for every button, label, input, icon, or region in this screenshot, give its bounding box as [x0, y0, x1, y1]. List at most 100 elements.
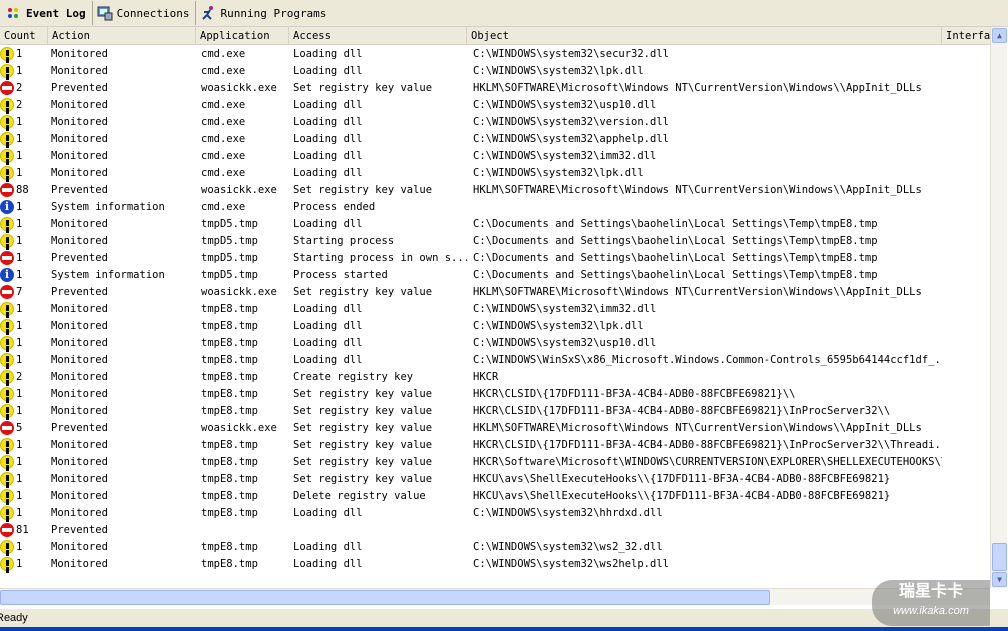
table-row[interactable]: 1 Monitored tmpE8.tmp Set registry key valu…: [0, 437, 990, 454]
count-cell: 2: [0, 369, 48, 386]
table-row[interactable]: 1 Prevented tmpD5.tmp Starting process in o…: [0, 250, 990, 267]
count-cell: 1: [0, 250, 48, 267]
count-cell: 1: [0, 148, 48, 165]
status-bar: Ready: [0, 608, 1008, 627]
application-cell: woasickk.exe: [201, 286, 277, 298]
column-count[interactable]: Count: [0, 27, 48, 45]
scroll-down-button[interactable]: ▼: [992, 572, 1007, 587]
object-cell: [467, 522, 942, 539]
table-row[interactable]: 2 Monitored tmpE8.tmp Create registry key HK…: [0, 369, 990, 386]
column-action[interactable]: Action: [48, 27, 196, 45]
tab-event-log[interactable]: Event Log: [0, 1, 93, 25]
taskbar-edge: [0, 627, 1008, 631]
object-cell: C:\Documents and Settings\baohelin\Local…: [473, 218, 878, 230]
table-row[interactable]: 1 Monitored tmpD5.tmp Starting process C:\Do…: [0, 233, 990, 250]
table-row[interactable]: 1 Monitored tmpE8.tmp Set registry key valu…: [0, 403, 990, 420]
object-cell: C:\WINDOWS\system32\version.dll: [473, 116, 669, 128]
application-cell: tmpE8.tmp: [201, 371, 258, 383]
application-cell: woasickk.exe: [201, 422, 277, 434]
object-cell: HKCU\avs\ShellExecuteHooks\\{17DFD111-BF…: [473, 490, 891, 502]
connections-icon: [97, 5, 113, 21]
info-icon: [0, 267, 14, 283]
warning-icon: [0, 472, 14, 486]
action-cell: Monitored: [51, 133, 108, 145]
table-row[interactable]: 1 Monitored tmpD5.tmp Loading dll C:\Documen…: [0, 216, 990, 233]
column-access[interactable]: Access: [289, 27, 467, 45]
count: 1: [16, 558, 23, 570]
access-cell: Starting process: [293, 235, 395, 247]
table-row[interactable]: 7 Prevented woasickk.exe Set registry key v…: [0, 284, 990, 301]
object-cell: HKLM\SOFTWARE\Microsoft\Windows NT\Curre…: [473, 422, 922, 434]
access-cell: Loading dll: [293, 48, 363, 60]
tab-connections[interactable]: Connections: [93, 1, 197, 25]
warning-icon: [0, 387, 14, 401]
event-list: 1 Monitored cmd.exe Loading dll C:\WINDOWS\s…: [0, 46, 990, 573]
table-row[interactable]: 1 Monitored tmpE8.tmp Loading dll C:\WINDOWS…: [0, 539, 990, 556]
action-cell: Prevented: [51, 82, 108, 94]
application-cell: tmpE8.tmp: [201, 337, 258, 349]
column-application[interactable]: Application: [196, 27, 289, 45]
table-row[interactable]: 1 Monitored cmd.exe Loading dll C:\WINDOWS\s…: [0, 63, 990, 80]
table-row[interactable]: 1 System information tmpD5.tmp Process star…: [0, 267, 990, 284]
application-cell: tmpE8.tmp: [201, 303, 258, 315]
action-cell: Monitored: [51, 167, 108, 179]
table-row[interactable]: 88 Prevented woasickk.exe Set registry key …: [0, 182, 990, 199]
object-cell: HKCR\CLSID\{17DFD111-BF3A-4CB4-ADB0-88FC…: [473, 439, 942, 451]
running-programs-icon: [200, 5, 216, 21]
table-row[interactable]: 81 Prevented: [0, 522, 990, 539]
scroll-up-button[interactable]: ▲: [992, 28, 1007, 43]
count-cell: 88: [0, 182, 48, 199]
table-row[interactable]: 5 Prevented woasickk.exe Set registry key v…: [0, 420, 990, 437]
column-object[interactable]: Object: [467, 27, 942, 45]
action-cell: Prevented: [51, 252, 108, 264]
warning-icon: [0, 319, 14, 333]
table-row[interactable]: 2 Prevented woasickk.exe Set registry key v…: [0, 80, 990, 97]
application-cell: woasickk.exe: [201, 184, 277, 196]
table-row[interactable]: 1 Monitored tmpE8.tmp Delete registry value…: [0, 488, 990, 505]
table-row[interactable]: 1 Monitored tmpE8.tmp Loading dll C:\WINDOWS…: [0, 352, 990, 369]
object-cell: C:\WINDOWS\WinSxS\x86_Microsoft.Windows.…: [473, 354, 942, 366]
table-row[interactable]: 1 Monitored cmd.exe Loading dll C:\WINDOWS\s…: [0, 46, 990, 63]
application-cell: tmpE8.tmp: [201, 490, 258, 502]
horizontal-scrollbar[interactable]: [0, 588, 990, 605]
table-row[interactable]: 1 Monitored tmpE8.tmp Loading dll C:\WINDOWS…: [0, 318, 990, 335]
table-row[interactable]: 2 Monitored cmd.exe Loading dll C:\WINDOWS\s…: [0, 97, 990, 114]
tab-running-programs[interactable]: Running Programs: [196, 1, 332, 25]
count-cell: 2: [0, 97, 48, 114]
count-cell: 1: [0, 335, 48, 352]
table-row[interactable]: 1 Monitored cmd.exe Loading dll C:\WINDOWS\s…: [0, 165, 990, 182]
object-cell: C:\WINDOWS\system32\hhrdxd.dll: [473, 507, 663, 519]
column-interface[interactable]: Interfa: [942, 27, 990, 45]
table-row[interactable]: 1 Monitored tmpE8.tmp Loading dll C:\WINDOWS…: [0, 335, 990, 352]
table-row[interactable]: 1 Monitored tmpE8.tmp Loading dll C:\WINDOWS…: [0, 505, 990, 522]
table-row[interactable]: 1 Monitored tmpE8.tmp Set registry key valu…: [0, 454, 990, 471]
action-cell: Monitored: [51, 354, 108, 366]
table-row[interactable]: 1 Monitored cmd.exe Loading dll C:\WINDOWS\s…: [0, 114, 990, 131]
action-cell: Monitored: [51, 235, 108, 247]
access-cell: Loading dll: [293, 541, 363, 553]
table-row[interactable]: 1 Monitored cmd.exe Loading dll C:\WINDOWS\s…: [0, 148, 990, 165]
warning-icon: [0, 506, 14, 520]
table-row[interactable]: 1 Monitored tmpE8.tmp Loading dll C:\WINDOWS…: [0, 556, 990, 573]
table-row[interactable]: 1 System information cmd.exe Process ended: [0, 199, 990, 216]
access-cell: Loading dll: [293, 150, 363, 162]
access-cell: Loading dll: [293, 507, 363, 519]
table-row[interactable]: 1 Monitored tmpE8.tmp Set registry key valu…: [0, 471, 990, 488]
table-row[interactable]: 1 Monitored cmd.exe Loading dll C:\WINDOWS\s…: [0, 131, 990, 148]
count-cell: 1: [0, 539, 48, 556]
vertical-scrollbar[interactable]: ▲ ▼: [990, 27, 1007, 588]
access-cell: Loading dll: [293, 167, 363, 179]
table-row[interactable]: 1 Monitored tmpE8.tmp Set registry key valu…: [0, 386, 990, 403]
object-cell: C:\WINDOWS\system32\usp10.dll: [473, 99, 657, 111]
action-cell: Monitored: [51, 405, 108, 417]
horizontal-scroll-thumb[interactable]: [0, 590, 770, 605]
object-cell: HKCR: [473, 371, 499, 383]
table-row[interactable]: 1 Monitored tmpE8.tmp Loading dll C:\WINDOWS…: [0, 301, 990, 318]
count-cell: 1: [0, 318, 48, 335]
count: 1: [16, 235, 23, 247]
object-cell: C:\Documents and Settings\baohelin\Local…: [473, 269, 878, 281]
access-cell: Loading dll: [293, 99, 363, 111]
action-cell: Prevented: [51, 422, 108, 434]
vertical-scroll-thumb[interactable]: [992, 543, 1007, 571]
warning-icon: [0, 132, 14, 146]
